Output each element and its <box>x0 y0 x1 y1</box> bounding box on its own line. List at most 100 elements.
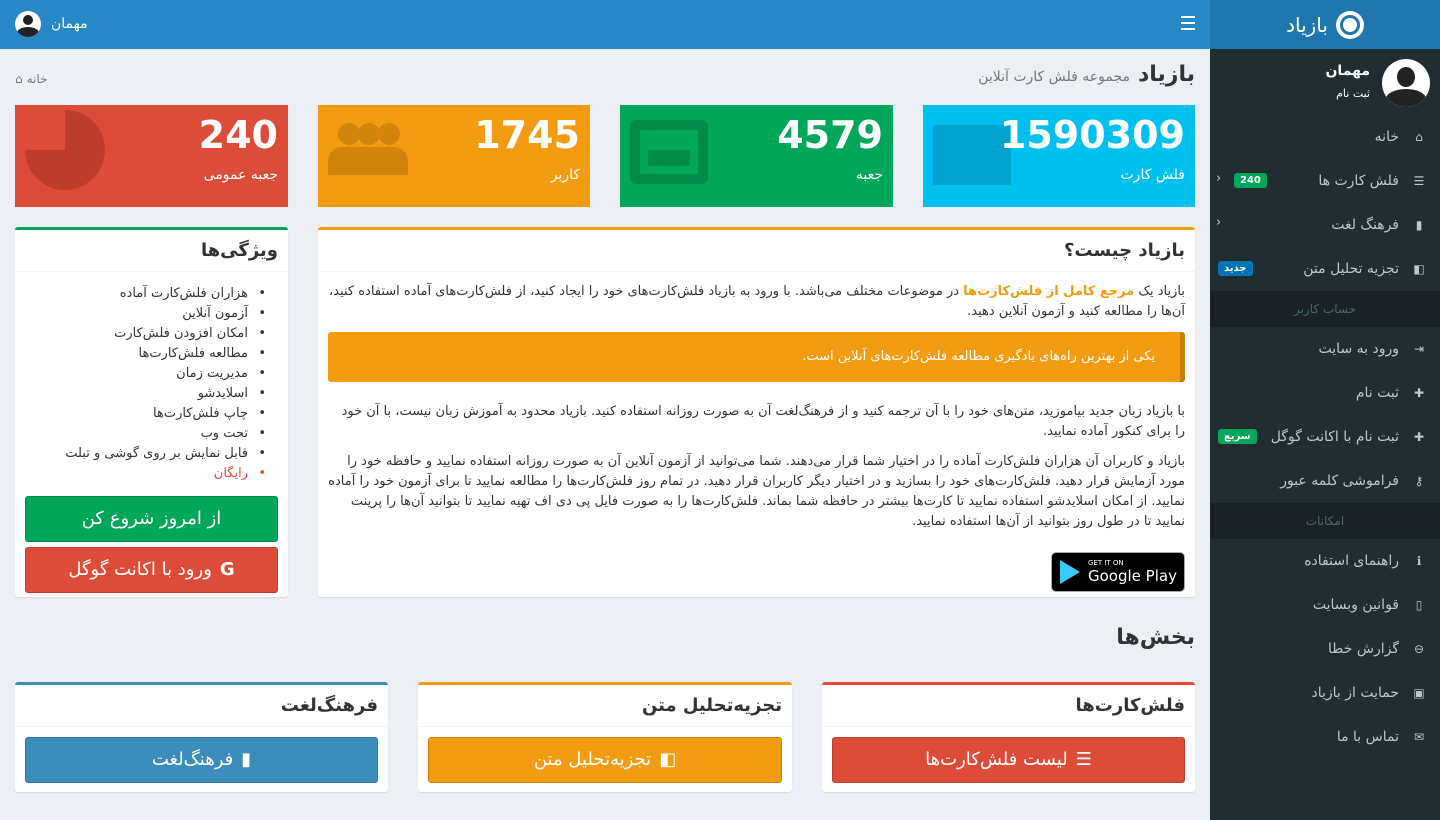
sidebar-item-dictionary[interactable]: ▮ فرهنگ لغت ‹ <box>1210 203 1440 247</box>
sidebar-item-report-bug[interactable]: ⊖ گزارش خطا <box>1210 627 1440 671</box>
brand-logo[interactable]: بازیاد <box>1210 0 1440 49</box>
about-box: بازیاد چیست؟ بازیاد یک مرجع کامل از فلش‌… <box>318 227 1195 597</box>
list-item: آزمون آنلاین <box>25 304 266 324</box>
chevron-left-icon: ‹ <box>1216 171 1222 186</box>
google-play-icon <box>1060 560 1080 584</box>
brand-name: بازیاد <box>1286 12 1328 37</box>
breadcrumb[interactable]: ⌂ خانه <box>15 72 47 86</box>
sign-in-icon: ⇥ <box>1413 342 1425 356</box>
sidebar-user-panel: مهمان ثبت نام <box>1210 49 1440 115</box>
section-body: ☰ لیست فلش‌کارت‌ها <box>822 727 1195 793</box>
sidebar-item-label: تماس با ما <box>1336 729 1399 745</box>
button-label: تجزیه‌تحلیل متن <box>533 749 652 770</box>
sidebar-item-label: قوانین وبسایت <box>1312 597 1399 613</box>
sidebar-item-register[interactable]: ✚ ثبت نام <box>1210 371 1440 415</box>
sidebar-item-login[interactable]: ⇥ ورود به سایت <box>1210 327 1440 371</box>
fast-badge: سریع <box>1218 429 1257 444</box>
inbox-icon <box>630 120 708 184</box>
dictionary-button[interactable]: ▮ فرهنگ‌لغت <box>25 737 378 783</box>
section-title: تجزیه‌تحلیل متن <box>418 685 792 727</box>
features-body: هزاران فلش‌کارت آماده آزمون آنلاین امکان… <box>15 272 288 603</box>
sidebar-header-features: امکانات <box>1210 503 1440 539</box>
page-title: بازیاد مجموعه فلش کارت آنلاین <box>978 62 1195 87</box>
key-icon: ⚷ <box>1414 474 1424 488</box>
section-body: ◧ تجزیه‌تحلیل متن <box>418 727 792 793</box>
money-icon: ▣ <box>1413 686 1425 700</box>
sidebar-header-account: حساب کاربر <box>1210 291 1440 327</box>
page-subtitle: مجموعه فلش کارت آنلاین <box>978 69 1130 85</box>
stat-label: کاربر <box>550 167 580 183</box>
sidebar-item-label: فلش کارت ها <box>1318 173 1399 189</box>
about-paragraph-3: بازیاد و کاربران آن هزاران فلش‌کارت آماد… <box>328 454 1185 529</box>
home-icon: ⌂ <box>1415 130 1423 144</box>
start-button-label: از امروز شروع کن <box>81 508 222 529</box>
sidebar-item-support[interactable]: ▣ حمایت از بازیاد <box>1210 671 1440 715</box>
stat-value: 1745 <box>474 113 580 157</box>
section-text-analysis: تجزیه‌تحلیل متن ◧ تجزیه‌تحلیل متن <box>418 682 792 792</box>
stat-value: 4579 <box>777 113 883 157</box>
menu-toggle-icon[interactable] <box>1181 16 1195 30</box>
avatar <box>15 11 41 37</box>
google-play-small-text: GET IT ON <box>1088 559 1124 567</box>
list-item: چاپ فلش‌کارت‌ها <box>25 404 266 424</box>
top-navbar: مهمان <box>0 0 1210 49</box>
section-title: فرهنگ‌لغت <box>15 685 388 727</box>
google-login-button[interactable]: G ورود با اکانت گوگل <box>25 547 278 593</box>
sidebar-item-flashcards[interactable]: ☰ فلش کارت ها ‹ 240 <box>1210 159 1440 203</box>
sidebar-item-rules[interactable]: ▯ قوانین وبسایت <box>1210 583 1440 627</box>
flashcards-list-button[interactable]: ☰ لیست فلش‌کارت‌ها <box>832 737 1185 783</box>
sidebar-item-contact[interactable]: ✉ تماس با ما <box>1210 715 1440 759</box>
about-title: بازیاد چیست؟ <box>318 230 1195 272</box>
sidebar-item-text-analysis[interactable]: ◧ تجزیه تحلیل متن جدید <box>1210 247 1440 291</box>
about-body: بازیاد یک مرجع کامل از فلش‌کارت‌ها در مو… <box>318 272 1195 602</box>
list-item: مدیریت زمان <box>25 364 266 384</box>
sidebar-item-label: فراموشی کلمه عبور <box>1280 473 1399 489</box>
stat-public-boxes: 240 جعبه عمومی <box>15 105 288 207</box>
new-badge: جدید <box>1218 261 1253 276</box>
stat-value: 240 <box>198 113 278 157</box>
start-button[interactable]: از امروز شروع کن <box>25 496 278 542</box>
count-badge: 240 <box>1234 173 1267 188</box>
google-play-badge[interactable]: GET IT ON Google Play <box>1051 552 1185 592</box>
features-box: ویژگی‌ها هزاران فلش‌کارت آماده آزمون آنل… <box>15 227 288 597</box>
book-icon: ▮ <box>241 749 252 770</box>
minus-circle-icon: ⊖ <box>1413 642 1425 656</box>
callout-warning: یکی از بهترین راه‌های یادگیری مطالعه فلش… <box>328 332 1185 382</box>
stat-label: جعبه عمومی <box>203 167 278 183</box>
section-body: ▮ فرهنگ‌لغت <box>15 727 388 793</box>
google-play-big-text: Google Play <box>1088 567 1177 585</box>
list-item: اسلایدشو <box>25 384 266 404</box>
text-analysis-button[interactable]: ◧ تجزیه‌تحلیل متن <box>428 737 782 783</box>
pie-chart-icon <box>25 110 105 190</box>
envelope-icon: ✉ <box>1413 730 1425 744</box>
sidebar-item-forgot-password[interactable]: ⚷ فراموشی کلمه عبور <box>1210 459 1440 503</box>
stat-label: جعبه <box>855 167 883 183</box>
user-menu[interactable]: مهمان <box>15 11 88 37</box>
user-plus-icon: ✚ <box>1413 430 1425 444</box>
list-item: مطالعه فلش‌کارت‌ها <box>25 344 266 364</box>
sidebar-item-label: ثبت نام <box>1355 385 1399 401</box>
sidebar-item-guide[interactable]: ℹ راهنمای استفاده <box>1210 539 1440 583</box>
stat-label: فلش کارت <box>1120 167 1186 183</box>
about-paragraph-1: بازیاد یک مرجع کامل از فلش‌کارت‌ها در مو… <box>328 282 1185 322</box>
stat-value: 1590309 <box>999 113 1185 157</box>
chevron-left-icon: ‹ <box>1216 215 1222 230</box>
list-item-free: رایگان <box>25 464 266 484</box>
sidebar-item-google-register[interactable]: ✚ ثبت نام با اکانت گوگل سریع <box>1210 415 1440 459</box>
translate-icon: ◧ <box>659 749 677 770</box>
sidebar-item-label: گزارش خطا <box>1328 641 1399 657</box>
breadcrumb-home[interactable]: خانه <box>27 72 48 86</box>
section-dictionary: فرهنگ‌لغت ▮ فرهنگ‌لغت <box>15 682 388 792</box>
sidebar-item-home[interactable]: ⌂ خانه <box>1210 115 1440 159</box>
translate-icon: ◧ <box>1413 262 1425 276</box>
google-login-label: ورود با اکانت گوگل <box>68 559 212 580</box>
sidebar-user-name: مهمان <box>1325 63 1370 79</box>
section-flashcards: فلش‌کارت‌ها ☰ لیست فلش‌کارت‌ها <box>822 682 1195 792</box>
user-plus-icon: ✚ <box>1413 386 1425 400</box>
sidebar-item-label: ورود به سایت <box>1318 341 1399 357</box>
user-name: مهمان <box>51 16 88 32</box>
info-icon: ℹ <box>1416 554 1422 568</box>
sidebar-register-link[interactable]: ثبت نام <box>1336 87 1370 100</box>
avatar <box>1382 59 1430 107</box>
about-paragraph-2: با بازیاد زبان جدید بیاموزید، متن‌های خو… <box>341 404 1185 439</box>
